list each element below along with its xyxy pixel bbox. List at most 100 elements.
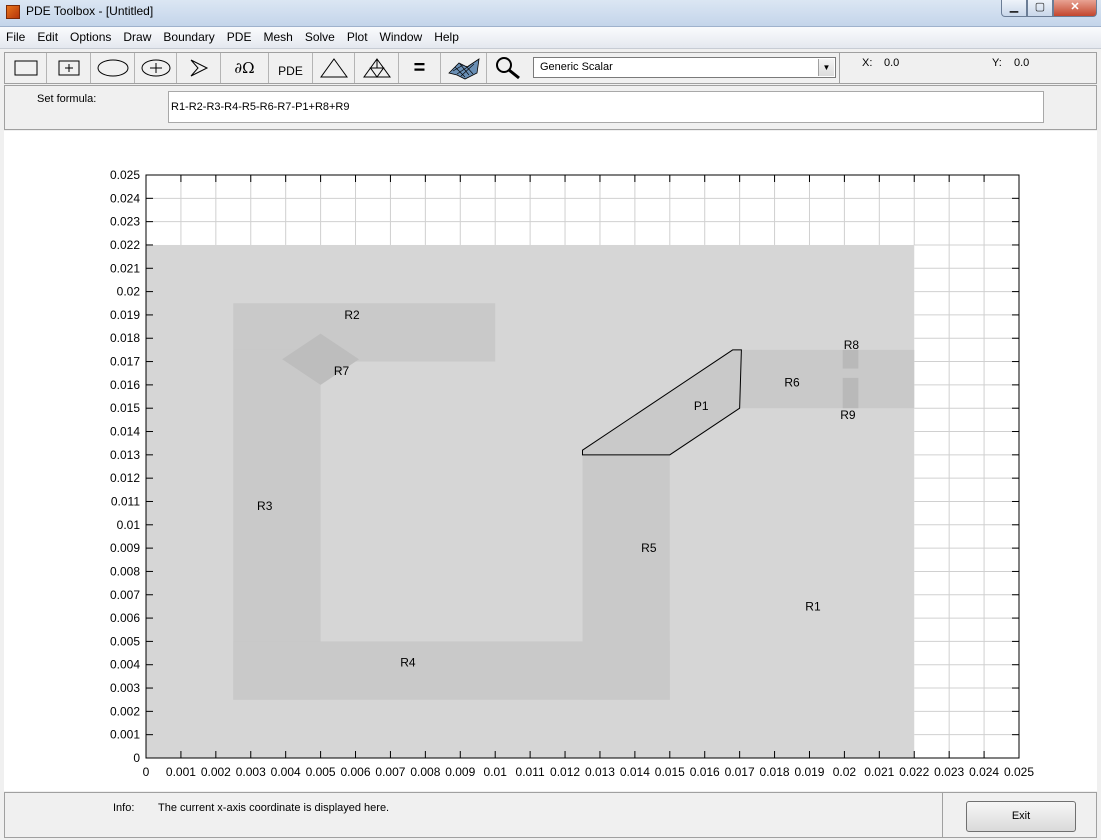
plot-area[interactable]: 0 0.001 0.002 0.003 0.004 0.005 0.006 0.007 0.00… — [4, 131, 1097, 791]
application-mode-value: Generic Scalar — [540, 61, 613, 73]
x-coordinate-value: 0.0 — [884, 57, 900, 69]
x-tick-label: 0.025 — [1004, 765, 1034, 779]
formula-panel: Set formula: R1-R2-R3-R4-R5-R6-R7-P1+R8+… — [4, 85, 1097, 130]
y-tick-label: 0.006 — [110, 611, 140, 625]
info-text: The current x-axis coordinate is display… — [158, 802, 390, 814]
x-tick-label: 0.014 — [620, 765, 650, 779]
x-tick-label: 0.019 — [794, 765, 824, 779]
plot-button[interactable] — [441, 53, 487, 83]
triangle-icon — [319, 58, 348, 78]
y-tick-label: 0.007 — [110, 588, 140, 602]
menu-help[interactable]: Help — [428, 27, 465, 49]
y-tick-label: 0.016 — [110, 378, 140, 392]
region-label-r5: R5 — [641, 541, 657, 555]
y-tick-label: 0.003 — [110, 681, 140, 695]
y-tick-label: 0.005 — [110, 634, 140, 648]
x-tick-label: 0.017 — [725, 765, 755, 779]
x-tick-label: 0.018 — [760, 765, 790, 779]
menu-solve[interactable]: Solve — [299, 27, 341, 49]
menu-file[interactable]: File — [0, 27, 31, 49]
draw-polygon-button[interactable] — [177, 53, 221, 83]
menu-window[interactable]: Window — [374, 27, 429, 49]
info-label: Info: — [113, 802, 135, 814]
region-label-r6: R6 — [784, 376, 800, 390]
draw-ellipse-button[interactable] — [91, 53, 135, 83]
y-tick-label: 0.015 — [110, 401, 140, 415]
x-tick-label: 0.008 — [410, 765, 440, 779]
x-tick-label: 0.006 — [341, 765, 371, 779]
set-formula-input[interactable]: R1-R2-R3-R4-R5-R6-R7-P1+R8+R9 — [168, 91, 1044, 123]
y-coordinate-value: 0.0 — [1014, 57, 1030, 69]
minimize-button[interactable]: ▁ — [1001, 0, 1027, 17]
menu-edit[interactable]: Edit — [31, 27, 64, 49]
menu-draw[interactable]: Draw — [117, 27, 157, 49]
polygon-icon — [190, 59, 208, 77]
x-tick-label: 0.021 — [864, 765, 894, 779]
y-tick-label: 0.002 — [110, 704, 140, 718]
boundary-mode-button[interactable]: ∂Ω — [221, 53, 269, 83]
y-tick-label: 0.009 — [110, 541, 140, 555]
solve-button[interactable]: = — [399, 53, 441, 83]
application-mode-select[interactable]: Generic Scalar ▼ — [533, 57, 836, 78]
init-mesh-button[interactable] — [313, 53, 355, 83]
menu-plot[interactable]: Plot — [341, 27, 374, 49]
x-tick-label: 0.009 — [445, 765, 475, 779]
geometry-axes[interactable]: 0 0.001 0.002 0.003 0.004 0.005 0.006 0.007 0.00… — [4, 131, 1097, 791]
y-tick-label: 0.017 — [110, 355, 140, 369]
y-tick-label: 0.004 — [110, 658, 140, 672]
region-label-r3: R3 — [257, 499, 273, 513]
exit-button[interactable]: Exit — [966, 801, 1076, 832]
x-tick-label: 0.001 — [166, 765, 196, 779]
chevron-down-icon[interactable]: ▼ — [818, 59, 834, 76]
pde-toolbox-window: PDE Toolbox - [Untitled] ▁ ▢ ✕ File Edit… — [0, 0, 1101, 840]
window-controls: ▁ ▢ ✕ — [1001, 0, 1097, 18]
x-tick-label: 0.002 — [201, 765, 231, 779]
maximize-button[interactable]: ▢ — [1027, 0, 1053, 17]
y-tick-label: 0.011 — [111, 494, 140, 508]
refine-mesh-button[interactable] — [355, 53, 399, 83]
x-tick-label: 0.01 — [484, 765, 508, 779]
x-tick-label: 0.024 — [969, 765, 999, 779]
y-tick-label: 0.021 — [110, 261, 140, 275]
x-tick-label: 0 — [143, 765, 150, 779]
region-label-p1: P1 — [694, 399, 709, 413]
window-title: PDE Toolbox - [Untitled] — [26, 4, 154, 18]
draw-centered-ellipse-button[interactable] — [135, 53, 177, 83]
y-tick-label: 0.018 — [110, 331, 140, 345]
menu-pde[interactable]: PDE — [221, 27, 258, 49]
matlab-logo-icon — [6, 5, 20, 19]
zoom-button[interactable] — [487, 53, 529, 83]
draw-rectangle-button[interactable] — [5, 53, 47, 83]
region-label-r8: R8 — [844, 338, 860, 352]
x-tick-label: 0.007 — [375, 765, 405, 779]
y-tick-label: 0.013 — [110, 448, 140, 462]
coordinate-readout: X: 0.0 Y: 0.0 — [839, 53, 1097, 83]
region-label-r7: R7 — [334, 364, 350, 378]
region-label-r2: R2 — [344, 308, 360, 322]
y-tick-label: 0.024 — [110, 191, 140, 205]
y-tick-label: 0 — [133, 751, 140, 765]
x-tick-label: 0.013 — [585, 765, 615, 779]
centered-ellipse-icon — [141, 59, 170, 77]
region-label-r1: R1 — [805, 599, 821, 613]
x-coordinate-label: X: — [862, 57, 873, 69]
x-tick-label: 0.02 — [833, 765, 857, 779]
y-tick-label: 0.008 — [110, 564, 140, 578]
title-bar: PDE Toolbox - [Untitled] ▁ ▢ ✕ — [0, 0, 1101, 27]
surface-plot-icon — [447, 58, 480, 80]
draw-centered-rectangle-button[interactable] — [47, 53, 91, 83]
region-label-r4: R4 — [400, 655, 416, 669]
shape-r6 — [739, 349, 915, 409]
x-tick-label: 0.022 — [899, 765, 929, 779]
pde-spec-button[interactable]: PDE — [269, 53, 313, 83]
info-bar: Info: The current x-axis coordinate is d… — [4, 792, 1097, 838]
y-tick-label: 0.01 — [117, 518, 141, 532]
close-button[interactable]: ✕ — [1053, 0, 1097, 17]
shape-r9 — [842, 377, 859, 409]
x-tick-label: 0.016 — [690, 765, 720, 779]
y-tick-label: 0.012 — [110, 471, 140, 485]
menu-boundary[interactable]: Boundary — [157, 27, 220, 49]
menu-mesh[interactable]: Mesh — [257, 27, 298, 49]
x-tick-label: 0.012 — [550, 765, 580, 779]
menu-options[interactable]: Options — [64, 27, 117, 49]
